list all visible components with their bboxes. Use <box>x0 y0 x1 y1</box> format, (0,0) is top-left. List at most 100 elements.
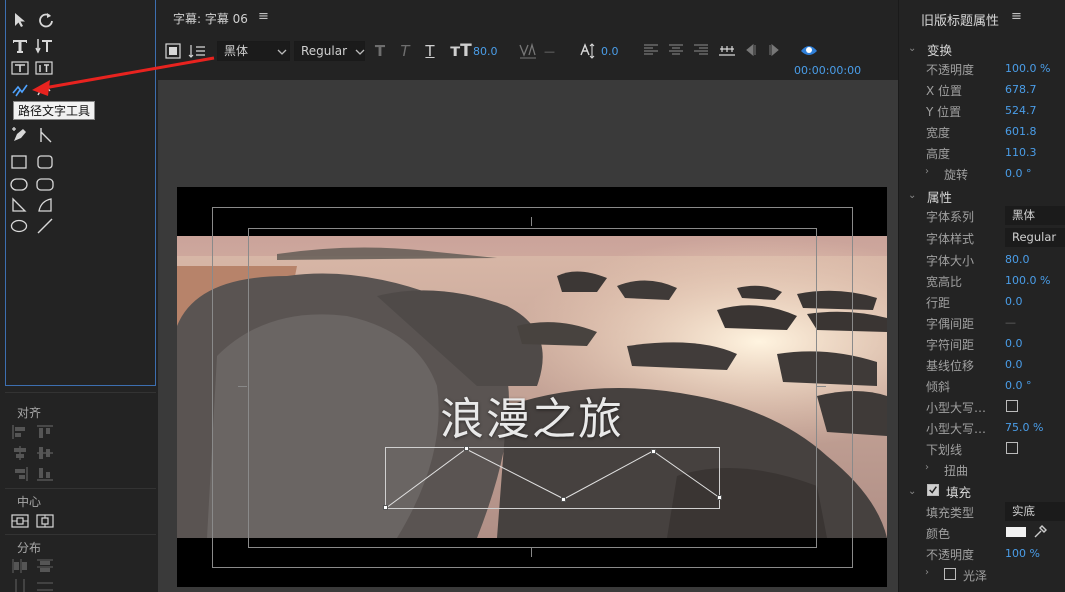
align-right-text-icon[interactable] <box>693 42 709 58</box>
opacity-value[interactable]: 100.0 % <box>1005 62 1050 75</box>
baseline-shift-value[interactable]: 0.0 <box>601 45 619 58</box>
align-center-text-icon[interactable] <box>668 42 684 58</box>
width-value[interactable]: 601.8 <box>1005 125 1037 138</box>
clipped-rectangle-tool-icon[interactable] <box>9 175 29 193</box>
kerning-value[interactable]: — <box>544 45 555 58</box>
center-vertical-icon[interactable] <box>36 513 54 529</box>
vertical-path-type-tool-icon[interactable] <box>34 81 54 99</box>
chevron-right-icon[interactable]: › <box>925 462 929 473</box>
small-caps-size-value[interactable]: 75.0 % <box>1005 421 1043 434</box>
font-size-value[interactable]: 80.0 <box>1005 253 1030 266</box>
align-section-label: 对齐 <box>17 406 42 420</box>
align-v-center-icon[interactable] <box>36 445 54 461</box>
title-tab[interactable]: 字幕: 字幕 06 <box>173 10 248 27</box>
fill-checkbox[interactable] <box>927 484 939 496</box>
rotation-value[interactable]: 0.0 ° <box>1005 167 1032 180</box>
tracking-value[interactable]: 0.0 <box>1005 337 1023 350</box>
rotation-tool-icon[interactable] <box>36 11 56 29</box>
y-position-value[interactable]: 524.7 <box>1005 104 1037 117</box>
area-type-tool-icon[interactable] <box>10 59 30 77</box>
eyedropper-icon[interactable] <box>1033 525 1047 539</box>
transform-section-header[interactable]: 变换 <box>927 40 952 59</box>
timecode[interactable]: 00:00:00:00 <box>794 64 861 77</box>
fill-type-dropdown[interactable]: 实底 <box>1005 502 1065 521</box>
color-swatch[interactable] <box>1006 527 1026 537</box>
anchor-handle[interactable] <box>383 505 388 510</box>
fill-opacity-label: 不透明度 <box>926 548 975 562</box>
title-text[interactable]: 浪漫之旅 <box>440 383 624 447</box>
ellipse-tool-icon[interactable] <box>9 217 29 235</box>
rounded-rectangle-tool-icon[interactable] <box>35 153 55 171</box>
wedge-tool-icon[interactable] <box>9 196 29 214</box>
italic-icon[interactable]: T <box>397 42 413 60</box>
anchor-handle[interactable] <box>651 449 656 454</box>
next-frame-icon[interactable] <box>766 42 782 58</box>
chevron-down-icon[interactable]: ⌄ <box>908 486 916 497</box>
path-text-bounding-box[interactable] <box>383 446 722 510</box>
rectangle-tool-icon[interactable] <box>9 153 29 171</box>
chevron-down-icon[interactable] <box>276 46 288 58</box>
distribute-middle-icon[interactable] <box>36 578 54 592</box>
properties-section-header[interactable]: 属性 <box>927 187 952 206</box>
sheen-checkbox[interactable] <box>944 568 956 580</box>
show-background-video-icon[interactable] <box>799 41 819 59</box>
x-position-value[interactable]: 678.7 <box>1005 83 1037 96</box>
chevron-down-icon[interactable]: ⌄ <box>908 43 916 54</box>
anchor-handle[interactable] <box>717 495 722 500</box>
path-type-tool-icon[interactable] <box>10 81 30 99</box>
distribute-top-icon[interactable] <box>36 558 54 574</box>
arc-tool-icon[interactable] <box>35 196 55 214</box>
tab-stops-icon[interactable] <box>718 42 736 58</box>
fill-opacity-value[interactable]: 100 % <box>1005 547 1040 560</box>
leading-value[interactable]: 0.0 <box>1005 295 1023 308</box>
font-style-row: 字体样式 Regular <box>899 227 1065 248</box>
video-frame[interactable]: 浪漫之旅 <box>177 187 887 587</box>
align-left-icon[interactable] <box>11 424 29 440</box>
font-style-dropdown[interactable]: Regular <box>1005 228 1065 247</box>
slant-value[interactable]: 0.0 ° <box>1005 379 1032 392</box>
chevron-down-icon[interactable]: ⌄ <box>908 190 916 201</box>
chevron-down-icon[interactable] <box>354 46 366 58</box>
roll-crawl-icon[interactable] <box>188 43 206 59</box>
aspect-value[interactable]: 100.0 % <box>1005 274 1050 287</box>
distribute-center-icon[interactable] <box>11 578 29 592</box>
panel-menu-icon[interactable]: ≡ <box>258 9 269 24</box>
align-right-icon[interactable] <box>11 466 29 482</box>
font-size-icon: тT <box>450 41 472 61</box>
chevron-right-icon[interactable]: › <box>925 166 929 177</box>
fill-section-header[interactable]: 填充 <box>946 482 971 501</box>
line-tool-icon[interactable] <box>35 217 55 235</box>
align-left-text-icon[interactable] <box>643 42 659 58</box>
kerning-value[interactable]: — <box>1005 316 1016 329</box>
font-family-dropdown[interactable]: 黑体 <box>1005 206 1065 225</box>
baseline-row: 基线位移 0.0 <box>899 354 1065 375</box>
anchor-handle[interactable] <box>561 497 566 502</box>
selection-tool-icon[interactable] <box>10 11 30 29</box>
vertical-type-tool-icon[interactable] <box>34 37 54 55</box>
separator <box>5 488 156 489</box>
align-bottom-icon[interactable] <box>36 466 54 482</box>
anchor-handle[interactable] <box>464 446 469 451</box>
baseline-value[interactable]: 0.0 <box>1005 358 1023 371</box>
pen-tool-icon[interactable] <box>10 126 30 144</box>
panel-menu-icon[interactable]: ≡ <box>1011 9 1022 24</box>
previous-frame-icon[interactable] <box>743 42 759 58</box>
underline-checkbox[interactable] <box>1006 442 1018 454</box>
align-top-icon[interactable] <box>36 424 54 440</box>
height-value[interactable]: 110.3 <box>1005 146 1037 159</box>
font-size-value[interactable]: 80.0 <box>473 45 498 58</box>
bold-icon[interactable]: T <box>372 42 388 60</box>
small-caps-checkbox[interactable] <box>1006 400 1018 412</box>
underline-icon[interactable]: T <box>422 42 438 60</box>
chevron-right-icon[interactable]: › <box>925 567 929 578</box>
type-tool-icon[interactable] <box>10 37 30 55</box>
align-h-center-icon[interactable] <box>11 445 29 461</box>
distribute-left-icon[interactable] <box>11 558 29 574</box>
x-position-label: X 位置 <box>926 84 963 98</box>
center-horizontal-icon[interactable] <box>11 513 29 529</box>
separator <box>5 392 156 393</box>
rounded-corner-tool-icon[interactable] <box>35 175 55 193</box>
convert-anchor-tool-icon[interactable] <box>36 126 56 144</box>
vertical-area-type-tool-icon[interactable] <box>34 59 54 77</box>
background-video-icon[interactable] <box>165 43 181 59</box>
